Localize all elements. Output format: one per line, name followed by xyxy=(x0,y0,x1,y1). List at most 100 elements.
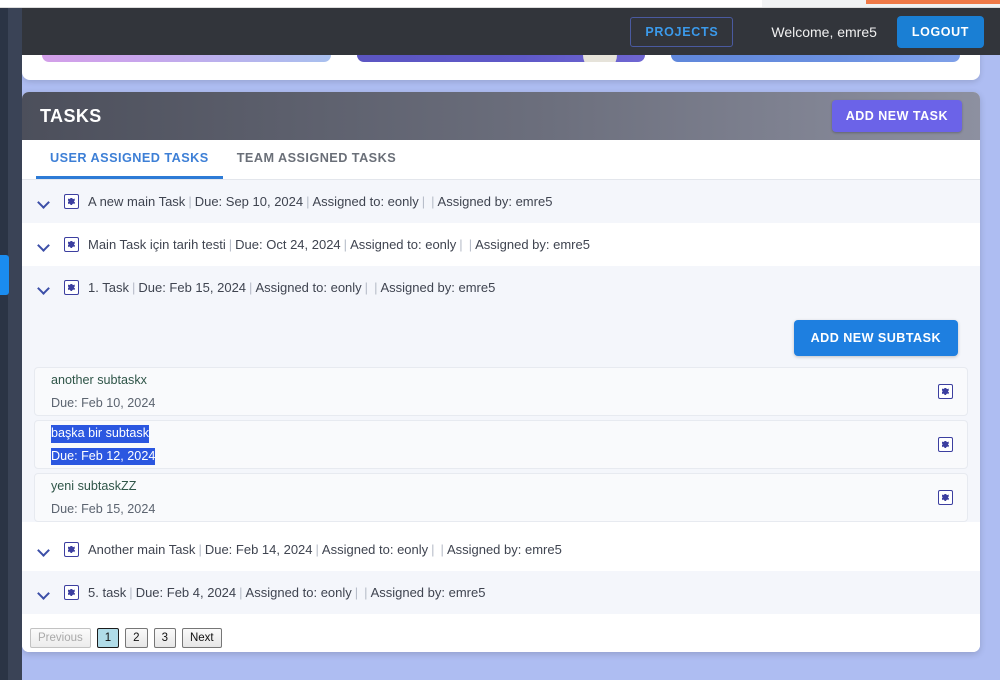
separator: | xyxy=(198,542,202,557)
add-new-task-button[interactable]: ADD NEW TASK xyxy=(831,100,962,132)
separator: | xyxy=(315,542,319,557)
gear-icon[interactable] xyxy=(64,585,79,600)
separator: | xyxy=(440,542,444,557)
task-list: A new main Task | Due: Sep 10, 2024 | As… xyxy=(22,180,980,614)
separator: | xyxy=(374,280,378,295)
gear-icon[interactable] xyxy=(938,490,953,505)
subtask-due: Due: Feb 10, 2024 xyxy=(51,395,156,410)
welcome-text: Welcome, emre5 xyxy=(771,23,877,40)
pagination-page-2[interactable]: 2 xyxy=(125,627,148,649)
chevron-down-icon[interactable] xyxy=(36,237,52,253)
task-name: 5. task xyxy=(88,585,127,600)
subtask-item[interactable]: another subtaskx Due: Feb 10, 2024 xyxy=(34,367,968,416)
task-assigned-to: Assigned to: eonly xyxy=(350,237,457,252)
subtask-name: yeni subtaskZZ xyxy=(51,478,137,493)
subtask-due: Due: Feb 15, 2024 xyxy=(51,501,156,516)
gear-icon[interactable] xyxy=(64,280,79,295)
tab-team-assigned-tasks[interactable]: TEAM ASSIGNED TASKS xyxy=(223,140,410,179)
gear-icon[interactable] xyxy=(64,542,79,557)
task-row[interactable]: Another main Task | Due: Feb 14, 2024 | … xyxy=(22,528,980,571)
sidebar-rail xyxy=(0,8,9,680)
task-assigned-to: Assigned to: eonly xyxy=(245,585,352,600)
gear-icon[interactable] xyxy=(64,194,79,209)
task-name: Another main Task xyxy=(88,542,196,557)
separator: | xyxy=(249,280,253,295)
task-assigned-by: Assigned by: emre5 xyxy=(370,585,486,600)
page-title: TASKS xyxy=(40,105,102,126)
task-due: Due: Feb 14, 2024 xyxy=(204,542,313,557)
separator: | xyxy=(364,280,369,295)
add-new-subtask-button[interactable]: ADD NEW SUBTASK xyxy=(793,320,958,356)
top-navbar: PROJECTS Welcome, emre5 LOGOUT xyxy=(8,8,1000,55)
separator: | xyxy=(364,585,368,600)
separator: | xyxy=(343,237,348,252)
subtask-texts: another subtaskx Due: Feb 10, 2024 xyxy=(51,369,155,414)
separator: | xyxy=(239,585,243,600)
separator: | xyxy=(306,194,310,209)
task-due: Due: Sep 10, 2024 xyxy=(194,194,304,209)
task-due: Due: Oct 24, 2024 xyxy=(235,237,341,252)
pagination-next[interactable]: Next xyxy=(181,627,222,649)
separator: | xyxy=(431,194,435,209)
chevron-down-icon[interactable] xyxy=(36,280,52,296)
task-name: Main Task için tarih testi xyxy=(88,237,226,252)
tasks-panel: TASKS ADD NEW TASK USER ASSIGNED TASKS T… xyxy=(22,92,980,652)
task-assigned-to: Assigned to: eonly xyxy=(321,542,429,557)
task-name: A new main Task xyxy=(88,194,186,209)
browser-accent-bar xyxy=(866,0,1000,4)
tab-user-assigned-tasks[interactable]: USER ASSIGNED TASKS xyxy=(36,140,223,179)
subtask-name: başka bir subtask xyxy=(51,424,150,443)
tab-team-assigned-tasks-label: TEAM ASSIGNED TASKS xyxy=(236,151,397,165)
sidebar-toggle-handle[interactable] xyxy=(0,255,9,295)
separator: | xyxy=(431,542,435,557)
chevron-down-icon[interactable] xyxy=(36,585,52,601)
task-assigned-by: Assigned by: emre5 xyxy=(475,237,590,252)
tasks-tabbar: USER ASSIGNED TASKS TEAM ASSIGNED TASKS xyxy=(22,140,980,180)
gear-icon[interactable] xyxy=(938,437,953,452)
task-assigned-to: Assigned to: eonly xyxy=(312,194,419,209)
separator: | xyxy=(228,237,233,252)
separator: | xyxy=(129,585,133,600)
subtask-actionbar: ADD NEW SUBTASK xyxy=(22,309,980,367)
task-due: Due: Feb 15, 2024 xyxy=(138,280,247,295)
chevron-down-icon[interactable] xyxy=(36,542,52,558)
gear-icon[interactable] xyxy=(64,237,79,252)
task-due: Due: Feb 4, 2024 xyxy=(135,585,237,600)
task-row[interactable]: A new main Task | Due: Sep 10, 2024 | As… xyxy=(22,180,980,223)
pagination-previous[interactable]: Previous xyxy=(30,627,91,649)
browser-chrome-strip xyxy=(0,0,1000,8)
subtask-name: another subtaskx xyxy=(51,372,147,387)
task-assigned-to: Assigned to: eonly xyxy=(255,280,362,295)
subtask-item[interactable]: başka bir subtask Due: Feb 12, 2024 xyxy=(34,420,968,469)
subtask-due: Due: Feb 12, 2024 xyxy=(51,447,156,466)
separator: | xyxy=(459,237,463,252)
gear-icon[interactable] xyxy=(938,384,953,399)
separator: | xyxy=(468,237,473,252)
browser-tab-active xyxy=(0,0,762,8)
logout-button[interactable]: LOGOUT xyxy=(896,15,984,48)
separator: | xyxy=(188,194,192,209)
subtask-texts: yeni subtaskZZ Due: Feb 15, 2024 xyxy=(51,475,155,520)
chevron-down-icon[interactable] xyxy=(36,194,52,210)
task-assigned-by: Assigned by: emre5 xyxy=(380,280,496,295)
pagination-page-3[interactable]: 3 xyxy=(153,627,176,649)
tab-user-assigned-tasks-label: USER ASSIGNED TASKS xyxy=(50,151,209,165)
task-row[interactable]: 5. task | Due: Feb 4, 2024 | Assigned to… xyxy=(22,571,980,614)
pagination-page-1[interactable]: 1 xyxy=(96,627,120,649)
separator: | xyxy=(131,280,136,295)
pagination: Previous 1 2 3 Next xyxy=(22,624,980,652)
page-canvas: PROJECTS Welcome, emre5 LOGOUT TASKS ADD… xyxy=(0,8,1000,680)
subtask-section: ADD NEW SUBTASK another subtaskx Due: Fe… xyxy=(22,309,980,522)
task-assigned-by: Assigned by: emre5 xyxy=(437,194,553,209)
task-assigned-by: Assigned by: emre5 xyxy=(446,542,562,557)
sidebar-rail-inner xyxy=(8,8,22,680)
task-row[interactable]: Main Task için tarih testi | Due: Oct 24… xyxy=(22,223,980,266)
separator: | xyxy=(421,194,426,209)
task-row[interactable]: 1. Task | Due: Feb 15, 2024 | Assigned t… xyxy=(22,266,980,309)
subtask-item[interactable]: yeni subtaskZZ Due: Feb 15, 2024 xyxy=(34,473,968,522)
task-name: 1. Task xyxy=(88,280,129,295)
tasks-panel-header: TASKS ADD NEW TASK xyxy=(22,92,980,140)
projects-button[interactable]: PROJECTS xyxy=(630,16,734,47)
subtask-texts: başka bir subtask Due: Feb 12, 2024 xyxy=(51,422,156,467)
separator: | xyxy=(354,585,359,600)
